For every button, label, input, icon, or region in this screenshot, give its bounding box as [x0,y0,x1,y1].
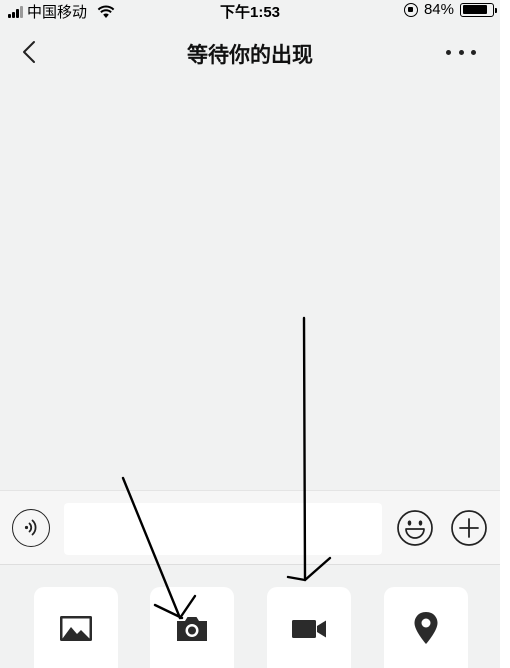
chat-screen: 中国移动 下午1:53 84% 等待你的出现 [0,0,500,668]
battery-fill [462,5,487,14]
location-button[interactable] [384,587,468,668]
input-bar [0,490,500,565]
plus-icon[interactable] [450,509,488,547]
battery-percent: 84% [423,1,454,18]
location-pin-icon [414,612,438,644]
video-camera-icon [292,620,326,638]
tools-panel [0,565,500,668]
nav-bar: 等待你的出现 [0,22,500,82]
status-bar: 中国移动 下午1:53 84% [0,0,500,22]
emoji-icon[interactable] [396,509,434,547]
more-dots-icon[interactable] [446,40,476,64]
page-title: 等待你的出现 [187,44,313,67]
message-list[interactable] [0,82,500,490]
voice-icon [24,519,37,536]
camera-button[interactable] [150,587,234,668]
battery-icon [460,2,497,17]
camera-icon [177,617,207,641]
orientation-lock-icon [403,2,418,17]
image-icon [60,616,92,641]
status-right: 84% [403,1,497,18]
video-call-button[interactable] [267,587,351,668]
message-input[interactable] [64,503,382,555]
photo-album-button[interactable] [34,587,118,668]
voice-button[interactable] [12,509,50,547]
